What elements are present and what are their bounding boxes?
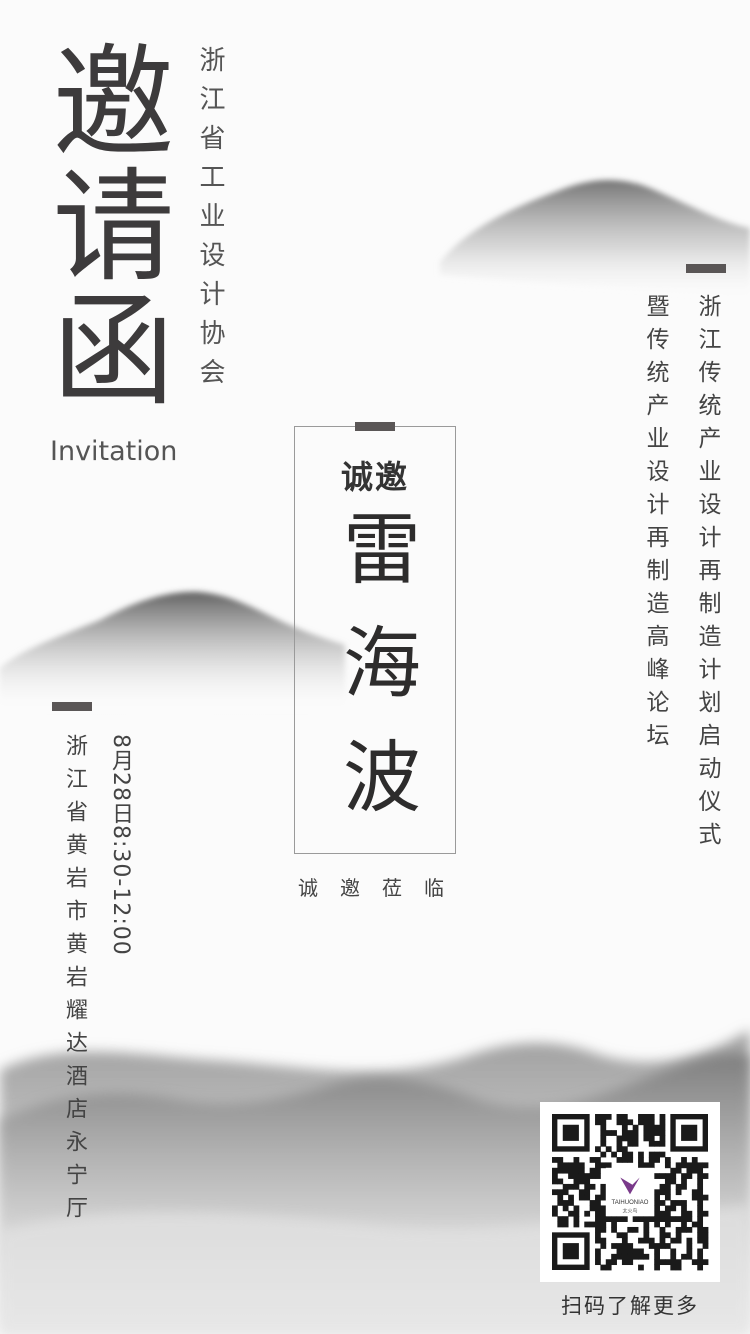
mountain-upper-right: [440, 179, 750, 300]
frame-accent-bar: [355, 422, 395, 431]
qr-logo-text: TAIHUONIAO: [612, 1200, 649, 1206]
title-invitation-en: Invitation: [50, 436, 178, 467]
qr-code-image: TAIHUONIAO太火鸟: [552, 1114, 709, 1271]
qr-logo-subtext: 太火鸟: [622, 1207, 637, 1214]
invite-label: 诚邀: [340, 458, 409, 496]
guest-name: 雷海波: [330, 508, 420, 850]
title-invitation-cn: 邀请函: [32, 38, 174, 410]
right-accent-bar: [686, 264, 726, 273]
organizer-name: 浙江省工业设计协会: [195, 46, 225, 397]
left-accent-bar: [52, 702, 92, 711]
event-venue: 浙江省黄岩市黄岩耀达酒店永宁厅: [62, 734, 87, 1229]
sincerely-invite-text: 诚邀莅临: [298, 876, 466, 900]
event-time: 8月28日8:30-12:00: [108, 734, 133, 956]
event-title-line1: 浙江传统产业设计再制造计划启动仪式: [694, 294, 720, 855]
qr-caption: 扫码了解更多: [561, 1294, 699, 1318]
event-title-line2: 暨传统产业设计再制造高峰论坛: [642, 294, 668, 756]
qr-code[interactable]: TAIHUONIAO 太火鸟: [540, 1102, 720, 1282]
invitation-poster: 邀请函 浙江省工业设计协会 Invitation 诚邀 雷海波 诚邀莅临 浙江传…: [0, 0, 750, 1334]
